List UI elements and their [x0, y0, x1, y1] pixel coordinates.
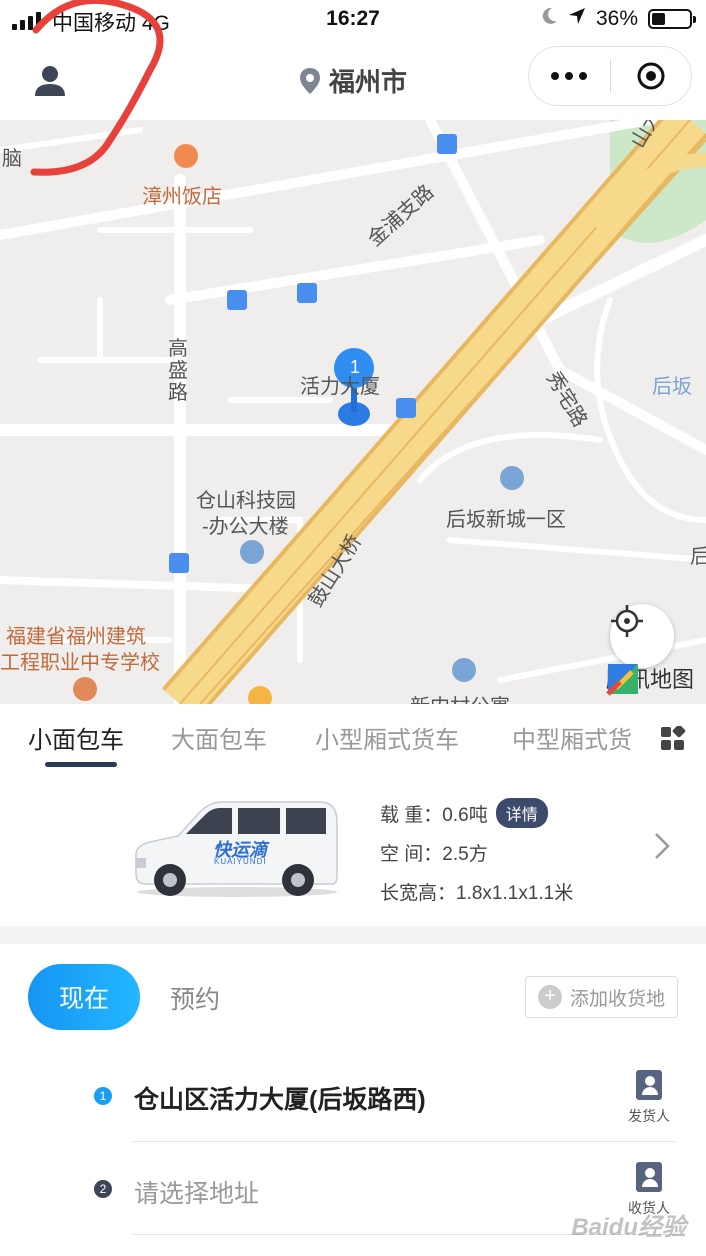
section-divider [0, 926, 706, 944]
load-spec: 载 重：0.6吨 详情 [380, 798, 548, 828]
map-label: 福建省福州建筑 [6, 626, 146, 648]
tab-large-van[interactable]: 大面包车 [171, 720, 267, 755]
tencent-map-icon [606, 664, 638, 696]
crosshair-icon [611, 605, 643, 637]
size-spec: 长宽高：1.8x1.1x1.1米 [380, 883, 574, 904]
add-destination-button[interactable]: + 添加收货地 [524, 976, 678, 1018]
destination-address-placeholder: 请选择地址 [134, 1180, 260, 1208]
vehicle-info-card[interactable]: 快运滴 KUAIYUNDI 载 重：0.6吨 详情 空 间：2.5方 长宽高：1.… [0, 776, 706, 926]
battery-percent: 36% [595, 7, 638, 30]
battery-icon [648, 9, 696, 29]
origin-address-row[interactable]: 1 仓山区活力大厦(后坂路西) 发货人 [0, 1050, 706, 1142]
now-button[interactable]: 现在 [28, 964, 140, 1030]
map-label: 后坂新城一区 [446, 509, 566, 531]
all-vehicles-grid-icon[interactable] [660, 724, 686, 757]
load-label: 载 重：0.6吨 [380, 805, 488, 826]
map-roads [0, 120, 706, 704]
add-destination-label: 添加收货地 [569, 988, 665, 1010]
detail-button[interactable]: 详情 [495, 798, 548, 828]
contact-book-icon [636, 1070, 662, 1100]
tab-small-box-truck[interactable]: 小型厢式货车 [315, 720, 459, 755]
chevron-right-icon[interactable] [654, 832, 670, 865]
book-button[interactable]: 预约 [170, 980, 220, 1016]
origin-index-badge: 1 [94, 1087, 112, 1105]
map-label: 活力大厦 [300, 376, 380, 398]
watermark: Baidu经验 [571, 1214, 686, 1241]
location-arrow-icon [568, 7, 586, 31]
map-label: 工程职业中专学校 [0, 652, 160, 674]
miniprogram-capsule [528, 46, 692, 106]
locate-me-button[interactable] [610, 604, 674, 668]
van-brand-subtext: KUAIYUNDI [214, 857, 267, 866]
city-label: 福州市 [328, 67, 407, 97]
plus-icon: + [537, 985, 562, 1009]
tab-active-indicator [45, 762, 117, 767]
map-label: 高盛路 [168, 338, 188, 404]
location-pin-icon [299, 67, 321, 102]
status-bar: 中国移动 4G 16:27 36% [0, 0, 706, 40]
origin-address: 仓山区活力大厦(后坂路西) [134, 1086, 426, 1114]
moon-icon [542, 7, 558, 31]
close-miniprogram-button[interactable] [611, 46, 692, 106]
sender-contact-button[interactable]: 发货人 [624, 1070, 674, 1126]
map-label: 新内村公寓 [410, 690, 510, 704]
destination-index-badge: 2 [94, 1180, 112, 1198]
tab-small-van[interactable]: 小面包车 [28, 720, 124, 755]
space-spec: 空 间：2.5方 [380, 844, 488, 865]
contact-book-icon [636, 1162, 662, 1192]
map-view[interactable]: 1 脑 漳州饭店 金浦支路 高盛路 活力大厦 秀宅路 后坂 仓山科技园 -办公大… [0, 120, 706, 704]
sender-label: 发货人 [628, 1108, 670, 1124]
vehicle-type-tabs: 小面包车 大面包车 小型厢式货车 中型厢式货 [0, 704, 706, 776]
map-label: 后 [690, 546, 706, 568]
target-icon [637, 62, 665, 90]
map-label: 后坂 [652, 376, 692, 398]
map-label: 脑 [2, 148, 22, 170]
order-panel: 现在 预约 + 添加收货地 1 仓山区活力大厦(后坂路西) 发货人 2 请选择地… [0, 944, 706, 1256]
more-button[interactable] [529, 46, 610, 106]
nav-bar: 福州市 [0, 40, 706, 120]
tab-medium-box-truck[interactable]: 中型厢式货 [512, 720, 632, 755]
map-label: 漳州饭店 [142, 186, 222, 208]
map-label: 仓山科技园 [196, 490, 296, 512]
map-label: -办公大楼 [202, 516, 289, 538]
tencent-map-logo: 腾讯地图 [606, 662, 694, 696]
